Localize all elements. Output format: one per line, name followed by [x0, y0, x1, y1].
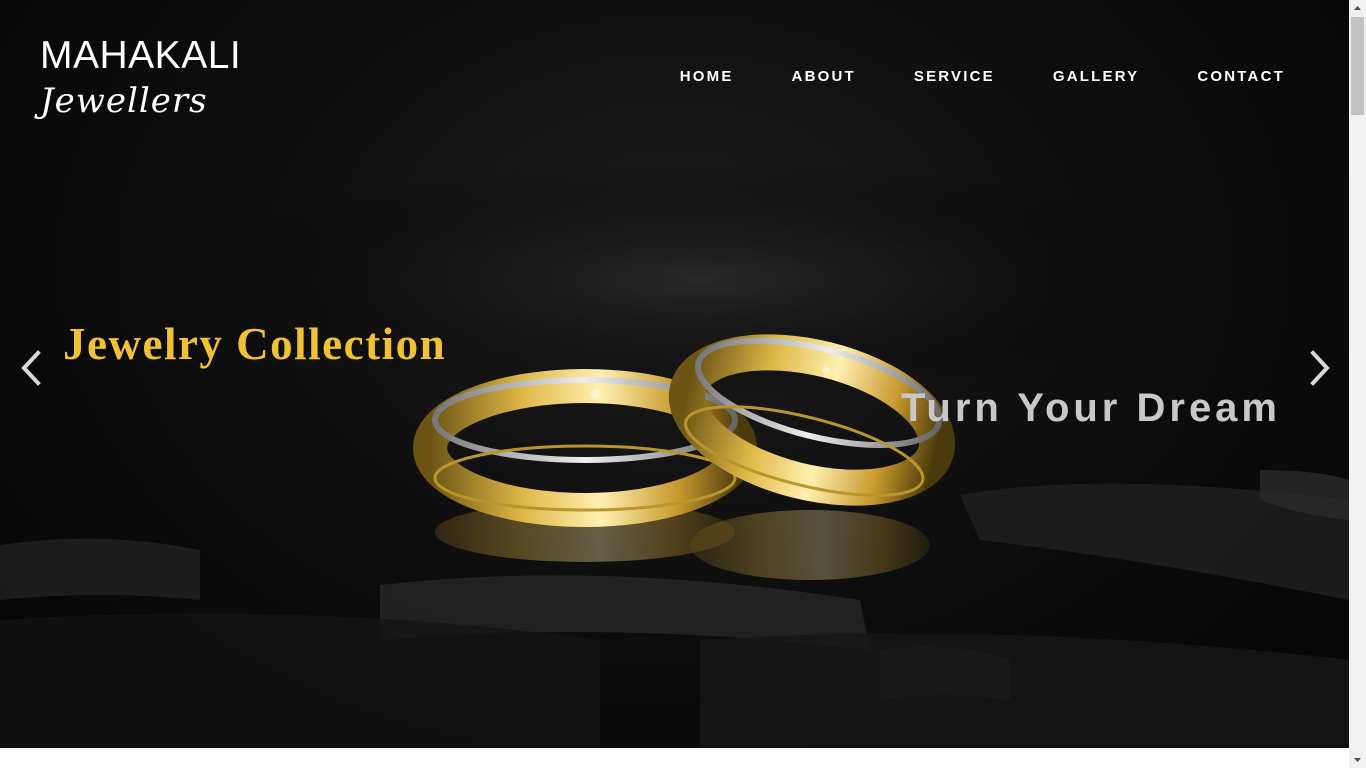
main-nav: HOME ABOUT SERVICE GALLERY CONTACT: [680, 68, 1285, 85]
slide-caption-dream: Turn Your Dream: [900, 386, 1281, 430]
slider-prev-button[interactable]: [16, 348, 46, 388]
brand-subtitle: Jewellers: [40, 81, 208, 121]
slide-caption-collection: Jewelry Collection: [63, 319, 447, 369]
hero-slider: MAHAKALI Jewellers HOME ABOUT SERVICE GA…: [0, 0, 1349, 748]
chevron-left-icon: [21, 350, 41, 386]
page: MAHAKALI Jewellers HOME ABOUT SERVICE GA…: [0, 0, 1349, 768]
brand-logo[interactable]: MAHAKALI Jewellers: [40, 34, 241, 122]
nav-about[interactable]: ABOUT: [792, 68, 856, 85]
nav-home[interactable]: HOME: [680, 68, 734, 85]
nav-contact[interactable]: CONTACT: [1197, 68, 1285, 85]
scrollbar-thumb[interactable]: [1351, 17, 1364, 115]
slider-next-button[interactable]: [1305, 348, 1335, 388]
nav-gallery[interactable]: GALLERY: [1053, 68, 1140, 85]
scroll-down-arrow-icon[interactable]: [1349, 751, 1366, 768]
page-content-start: [0, 748, 1349, 768]
chevron-right-icon: [1310, 350, 1330, 386]
brand-name: MAHAKALI: [40, 34, 242, 77]
nav-service[interactable]: SERVICE: [914, 68, 995, 85]
scroll-up-arrow-icon[interactable]: [1349, 0, 1366, 17]
vertical-scrollbar[interactable]: [1349, 0, 1366, 768]
